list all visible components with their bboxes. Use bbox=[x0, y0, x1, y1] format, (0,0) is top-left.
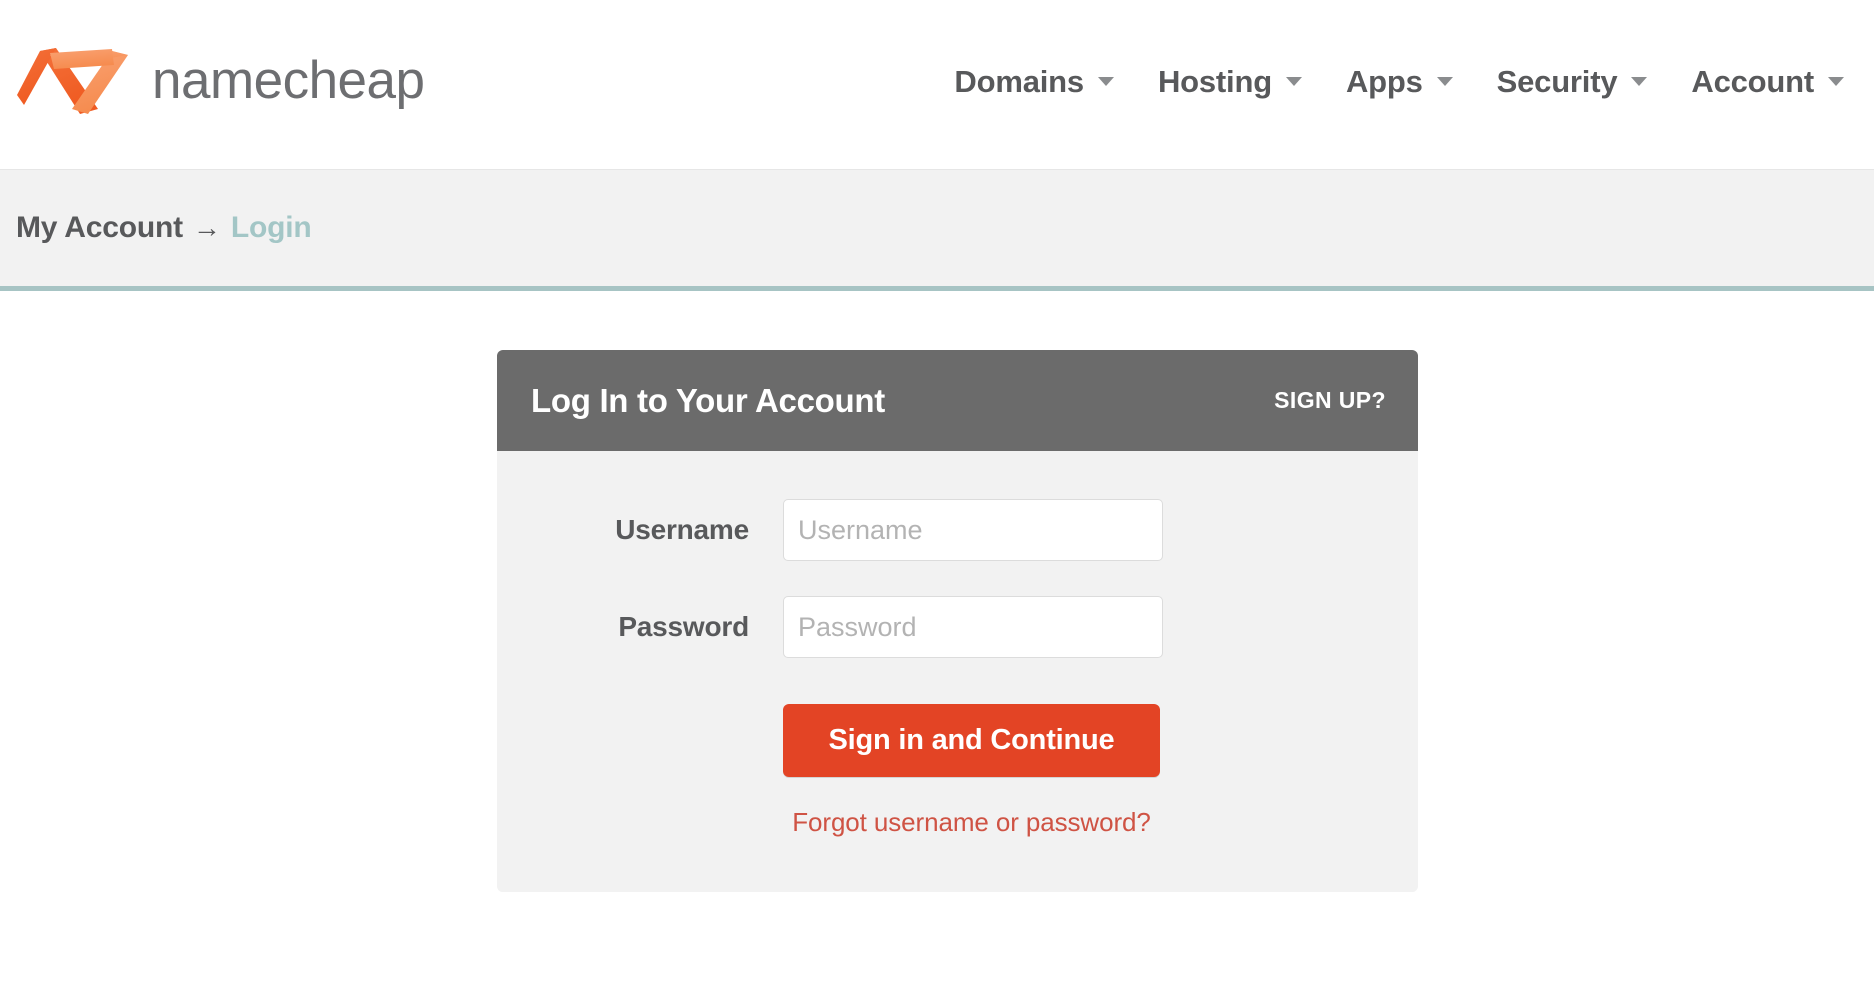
namecheap-n-logo-icon bbox=[17, 47, 128, 114]
password-label: Password bbox=[618, 611, 749, 642]
password-input[interactable] bbox=[783, 596, 1163, 658]
nav-item-label: Hosting bbox=[1157, 63, 1272, 99]
chevron-down-icon bbox=[1828, 77, 1844, 86]
form-spacer bbox=[497, 704, 783, 777]
username-input[interactable] bbox=[783, 499, 1163, 561]
login-form: Username Password Sign in and Continue F… bbox=[497, 451, 1418, 892]
breadcrumb-separator-icon: → bbox=[192, 212, 221, 243]
chevron-down-icon bbox=[1285, 77, 1302, 86]
password-row: Password bbox=[497, 596, 1418, 658]
chevron-down-icon bbox=[1097, 77, 1114, 86]
form-spacer bbox=[497, 807, 783, 838]
chevron-down-icon bbox=[1436, 77, 1453, 86]
nav-item-domains[interactable]: Domains bbox=[954, 64, 1114, 100]
forgot-credentials-link[interactable]: Forgot username or password? bbox=[783, 807, 1160, 838]
login-card-header: Log In to Your Account SIGN UP? bbox=[497, 350, 1418, 451]
chevron-down-icon bbox=[1631, 77, 1648, 86]
login-card: Log In to Your Account SIGN UP? Username… bbox=[497, 350, 1418, 892]
username-label: Username bbox=[615, 514, 749, 545]
breadcrumb: My Account → Login bbox=[16, 211, 312, 245]
nav-item-label: Security bbox=[1496, 63, 1618, 99]
breadcrumb-bar: My Account → Login bbox=[0, 170, 1874, 291]
nav-item-apps[interactable]: Apps bbox=[1346, 64, 1453, 100]
brand-logo[interactable]: namecheap bbox=[16, 43, 425, 119]
nav-item-hosting[interactable]: Hosting bbox=[1158, 64, 1302, 100]
brand-wordmark: namecheap bbox=[152, 51, 425, 110]
submit-row: Sign in and Continue bbox=[497, 704, 1418, 777]
nav-item-label: Account bbox=[1691, 63, 1814, 99]
nav-item-account[interactable]: Account bbox=[1691, 64, 1844, 100]
nav-item-security[interactable]: Security bbox=[1497, 64, 1648, 100]
username-row: Username bbox=[497, 499, 1418, 561]
sign-up-link[interactable]: SIGN UP? bbox=[1274, 387, 1386, 414]
breadcrumb-item-my-account[interactable]: My Account bbox=[16, 211, 183, 245]
nav-item-label: Apps bbox=[1345, 63, 1423, 99]
page-title: Log In to Your Account bbox=[531, 381, 885, 419]
main-navigation: Domains Hosting Apps Security Account bbox=[954, 64, 1854, 100]
site-header: namecheap Domains Hosting Apps Security … bbox=[0, 0, 1874, 170]
sign-in-button[interactable]: Sign in and Continue bbox=[783, 704, 1160, 777]
breadcrumb-item-login: Login bbox=[230, 211, 312, 244]
nav-item-label: Domains bbox=[954, 63, 1084, 99]
forgot-row: Forgot username or password? bbox=[497, 807, 1418, 838]
page-content: Log In to Your Account SIGN UP? Username… bbox=[0, 291, 1874, 983]
